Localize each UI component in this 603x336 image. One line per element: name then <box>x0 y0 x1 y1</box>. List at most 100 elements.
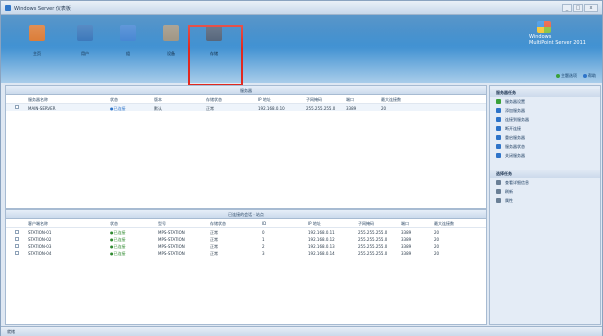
task-shutdown[interactable]: 关闭服务器 <box>490 151 600 160</box>
toolbar-button-users[interactable]: 用户 <box>70 19 100 69</box>
brand-line2: MultiPoint Server 2011 <box>529 40 586 46</box>
table-row[interactable]: STATION-01 ●已连接 MPS-STATION 正常 0 192.168… <box>6 228 486 235</box>
column-header[interactable]: 型号 <box>158 221 166 227</box>
app-icon <box>5 5 11 11</box>
column-header[interactable]: 客户端名称 <box>28 221 48 227</box>
storage-icon <box>206 25 222 41</box>
toolbar: 主页 用户 组 设备 存储 Windows MultiPoint Server … <box>1 15 602 86</box>
highlight-box <box>188 25 243 86</box>
column-header[interactable]: 状态 <box>110 97 118 103</box>
cell: 192.168.0.10 <box>258 106 285 111</box>
task-properties[interactable]: 属性 <box>490 196 600 205</box>
toolbar-button-group[interactable]: 组 <box>113 19 143 69</box>
cell: 3389 <box>346 106 357 111</box>
green-dot-icon <box>556 74 560 78</box>
help-link[interactable]: 帮助 <box>583 73 596 79</box>
sessions-column-headers: 客户端名称 状态 型号 存储状态 ID IP 地址 子网掩码 端口 最大连接数 <box>6 219 486 228</box>
row-checkbox[interactable] <box>15 244 19 248</box>
cell: 20 <box>381 106 387 111</box>
task-add-server[interactable]: 添加服务器 <box>490 106 600 115</box>
column-header[interactable]: 子网掩码 <box>358 221 374 227</box>
task-label: 添加服务器 <box>505 108 525 113</box>
shutdown-icon <box>496 153 501 158</box>
task-label: 连接到服务器 <box>505 117 529 122</box>
cell: 正常 <box>210 251 218 256</box>
task-refresh[interactable]: 刷新 <box>490 187 600 196</box>
toolbar-label: 设备 <box>167 51 175 56</box>
task-label: 服务器状态 <box>505 144 525 149</box>
settings-icon <box>496 99 501 104</box>
cell: 20 <box>434 251 440 256</box>
status-cell: ●已连接 <box>110 251 126 256</box>
row-checkbox[interactable] <box>15 230 19 234</box>
task-label: 查看详细信息 <box>505 180 529 185</box>
header-links: 主题选项 帮助 <box>556 73 596 79</box>
status-bar: 就绪 <box>1 326 602 336</box>
disconnect-icon <box>496 126 501 131</box>
users-icon <box>77 25 93 41</box>
window-controls: _ □ x <box>562 4 598 12</box>
column-header[interactable]: 端口 <box>346 97 354 103</box>
toolbar-button-devices[interactable]: 设备 <box>156 19 186 69</box>
task-disconnect[interactable]: 断开连接 <box>490 124 600 133</box>
brand-line1: Windows <box>529 34 552 40</box>
task-label: 关闭服务器 <box>505 153 525 158</box>
column-header[interactable]: IP 地址 <box>308 221 321 227</box>
column-header[interactable]: 子网掩码 <box>306 97 322 103</box>
table-row[interactable]: STATION-03 ●已连接 MPS-STATION 正常 2 192.168… <box>6 242 486 249</box>
table-row[interactable]: MAIN-SERVER ●已连接 默认 正常 192.168.0.10 255.… <box>6 104 486 111</box>
task-server-settings[interactable]: 服务器设置 <box>490 97 600 106</box>
row-checkbox[interactable] <box>15 251 19 255</box>
servers-pane: 服务器 服务器名称 状态 版本 存储状态 IP 地址 子网掩码 端口 最大连接数… <box>5 85 487 209</box>
window-title: Windows Server 仪表板 <box>14 6 71 12</box>
task-status[interactable]: 服务器状态 <box>490 142 600 151</box>
refresh-icon <box>496 189 501 194</box>
column-header[interactable]: ID <box>262 221 266 226</box>
task-pane: 服务器任务 服务器设置 添加服务器 连接到服务器 断开连接 重启服务器 服务器状… <box>489 85 601 325</box>
task-restart[interactable]: 重启服务器 <box>490 133 600 142</box>
properties-icon <box>496 198 501 203</box>
server-tasks-header: 服务器任务 <box>490 89 600 97</box>
column-header[interactable]: 存储状态 <box>206 97 222 103</box>
column-header[interactable]: 服务器名称 <box>28 97 48 103</box>
column-header[interactable]: 最大连接数 <box>434 221 454 227</box>
devices-icon <box>163 25 179 41</box>
table-row[interactable]: STATION-02 ●已连接 MPS-STATION 正常 1 192.168… <box>6 235 486 242</box>
toolbar-label: 组 <box>126 51 130 56</box>
toolbar-label: 用户 <box>81 51 89 56</box>
cell: MPS-STATION <box>158 251 185 256</box>
column-header[interactable]: 版本 <box>154 97 162 103</box>
view-icon <box>496 180 501 185</box>
cell: 3 <box>262 251 265 256</box>
cell: 正常 <box>206 106 214 111</box>
column-header[interactable]: 状态 <box>110 221 118 227</box>
row-checkbox[interactable] <box>15 105 19 109</box>
cell: 255.255.255.0 <box>306 106 336 111</box>
column-header[interactable]: IP 地址 <box>258 97 271 103</box>
cell: MAIN-SERVER <box>28 106 56 111</box>
toolbar-button-home[interactable]: 主页 <box>22 19 52 69</box>
minimize-button[interactable]: _ <box>562 4 572 12</box>
row-checkbox[interactable] <box>15 237 19 241</box>
app-window: Windows Server 仪表板 _ □ x 主页 用户 组 设备 存储 W… <box>0 0 603 336</box>
restart-icon <box>496 135 501 140</box>
column-header[interactable]: 最大连接数 <box>381 97 401 103</box>
table-row[interactable]: STATION-04 ●已连接 MPS-STATION 正常 3 192.168… <box>6 249 486 256</box>
connect-icon <box>496 117 501 122</box>
status-cell: ●已连接 <box>110 106 126 111</box>
group-icon <box>120 25 136 41</box>
selection-tasks-header: 选择任务 <box>490 170 600 178</box>
column-header[interactable]: 存储状态 <box>210 221 226 227</box>
servers-pane-title: 服务器 <box>6 86 486 95</box>
brand-logo: Windows MultiPoint Server 2011 <box>529 21 599 65</box>
cell: STATION-04 <box>28 251 52 256</box>
sessions-pane: 已连接的会话 · 站点 客户端名称 状态 型号 存储状态 ID IP 地址 子网… <box>5 209 487 325</box>
task-view-details[interactable]: 查看详细信息 <box>490 178 600 187</box>
theme-link[interactable]: 主题选项 <box>556 73 577 79</box>
help-icon <box>583 74 587 78</box>
task-connect[interactable]: 连接到服务器 <box>490 115 600 124</box>
column-header[interactable]: 端口 <box>401 221 409 227</box>
close-button[interactable]: x <box>584 4 598 12</box>
maximize-button[interactable]: □ <box>573 4 583 12</box>
cell: 3389 <box>401 251 412 256</box>
